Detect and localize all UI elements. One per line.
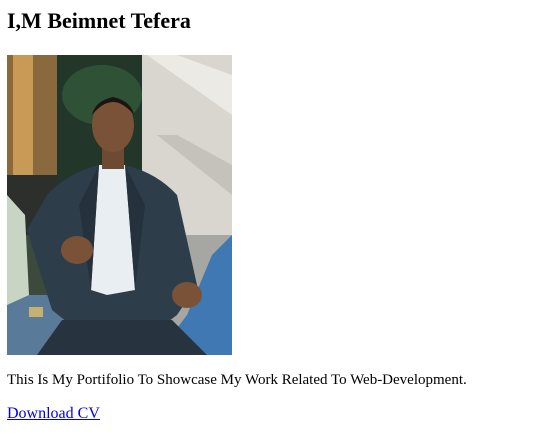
profile-photo [7, 55, 232, 355]
page-title: I,M Beimnet Tefera [7, 8, 191, 33]
intro-text: This Is My Portifolio To Showcase My Wor… [7, 372, 467, 388]
download-cv-link[interactable]: Download CV [7, 404, 100, 424]
